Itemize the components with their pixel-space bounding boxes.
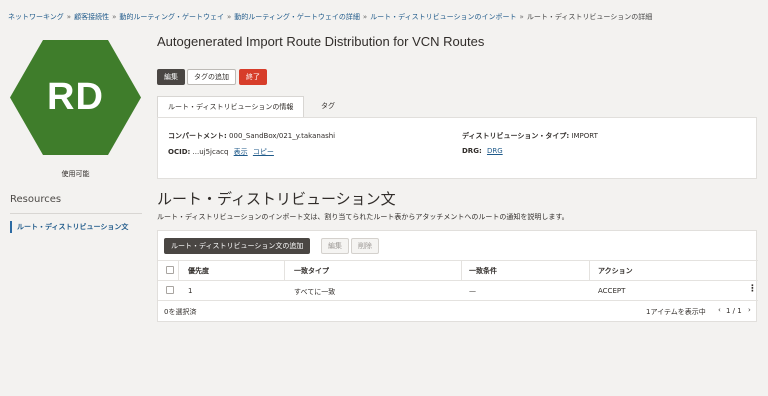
breadcrumb-current: ルート・ディストリビューションの詳細 (526, 13, 653, 21)
table-header-bottom-border (158, 280, 758, 281)
items-shown: 1アイテムを表示中 (646, 308, 706, 316)
column-header-priority[interactable]: 優先度 (188, 266, 209, 276)
lifecycle-state: 使用可能 (61, 170, 90, 178)
table-row-bottom-border (158, 300, 758, 301)
edit-statement-button[interactable]: 編集 (321, 238, 349, 254)
ocid-value: ...uj5jcacq (192, 148, 229, 156)
ocid-copy-link[interactable]: コピー (253, 148, 274, 156)
breadcrumb-drg-details[interactable]: 動的ルーティング・ゲートウェイの詳細 (234, 13, 360, 21)
page-indicator: 1 / 1 (726, 307, 742, 315)
cell-priority: 1 (188, 287, 193, 295)
resources-divider (10, 213, 142, 214)
table-header-top-border (158, 260, 758, 261)
drg-label: DRG: (462, 147, 482, 155)
breadcrumb-separator: » (66, 13, 72, 21)
distribution-type-label: ディストリビューション・タイプ: (462, 132, 570, 140)
ocid-label: OCID: (168, 148, 191, 156)
compartment-label: コンパートメント: (168, 132, 227, 140)
row-checkbox[interactable] (166, 286, 174, 294)
chevron-right-icon[interactable]: › (748, 306, 751, 314)
chevron-left-icon[interactable]: ‹ (718, 306, 721, 314)
column-header-match-criteria[interactable]: 一致条件 (469, 266, 497, 276)
tab-tags[interactable]: タグ (311, 96, 345, 117)
page-title: Autogenerated Import Route Distribution … (157, 34, 485, 49)
breadcrumb-import-distribution[interactable]: ルート・ディストリビューションのインポート (370, 13, 516, 21)
resources-heading: Resources (10, 194, 62, 205)
distribution-type-row: ディストリビューション・タイプ: IMPORT (462, 131, 598, 141)
terminate-button[interactable]: 終了 (239, 69, 267, 85)
select-all-checkbox[interactable] (166, 266, 174, 274)
delete-statement-button[interactable]: 削除 (351, 238, 379, 254)
tab-route-distribution-info[interactable]: ルート・ディストリビューションの情報 (157, 96, 305, 117)
column-divider (461, 260, 462, 280)
column-header-match-type[interactable]: 一致タイプ (294, 266, 329, 276)
statements-table-panel: ルート・ディストリビューション文の追加 編集 削除 優先度 一致タイプ 一致条件… (157, 230, 758, 322)
column-divider (178, 260, 179, 280)
breadcrumb-separator: » (519, 13, 524, 21)
add-tags-button[interactable]: タグの追加 (187, 69, 236, 85)
drg-link[interactable]: DRG (487, 147, 503, 155)
distribution-type-value: IMPORT (571, 132, 598, 140)
section-title: ルート・ディストリビューション文 (157, 190, 396, 208)
column-divider (284, 260, 285, 280)
edit-button[interactable]: 編集 (157, 69, 185, 85)
drg-row: DRG: DRG (462, 147, 503, 155)
compartment-row: コンパートメント: 000_SandBox/021_y.takanashi (168, 131, 335, 141)
section-description: ルート・ディストリビューションのインポート文は、割り当てられたルート表からアタッ… (157, 213, 569, 221)
breadcrumb-separator: » (112, 13, 117, 21)
row-actions-kebab-icon[interactable]: ⋮ (748, 284, 757, 294)
breadcrumb-drg[interactable]: 動的ルーティング・ゲートウェイ (119, 13, 224, 21)
avatar-initials: RD (47, 76, 104, 118)
breadcrumb-customer-connectivity[interactable]: 顧客接続性 (74, 13, 109, 21)
cell-match-criteria: — (469, 287, 476, 295)
compartment-value: 000_SandBox/021_y.takanashi (229, 132, 336, 140)
add-statement-button[interactable]: ルート・ディストリビューション文の追加 (164, 238, 311, 254)
resources-item-route-distribution-statements[interactable]: ルート・ディストリビューション文 (10, 221, 142, 233)
ocid-show-link[interactable]: 表示 (234, 148, 248, 156)
cell-action: ACCEPT (598, 287, 626, 295)
breadcrumb-networking[interactable]: ネットワーキング (8, 13, 64, 21)
breadcrumb-separator: » (226, 13, 232, 21)
resource-avatar: RD (10, 40, 141, 155)
column-header-action[interactable]: アクション (598, 266, 633, 276)
ocid-row: OCID: ...uj5jcacq 表示 コピー (168, 147, 274, 157)
column-divider (589, 260, 590, 280)
info-panel: コンパートメント: 000_SandBox/021_y.takanashi OC… (157, 117, 757, 179)
breadcrumb: ネットワーキング» 顧客接続性» 動的ルーティング・ゲートウェイ» 動的ルーティング・… (8, 12, 652, 22)
selected-count: 0を選択済 (164, 308, 197, 316)
breadcrumb-separator: » (362, 13, 368, 21)
cell-match-type: すべてに一致 (294, 288, 336, 296)
